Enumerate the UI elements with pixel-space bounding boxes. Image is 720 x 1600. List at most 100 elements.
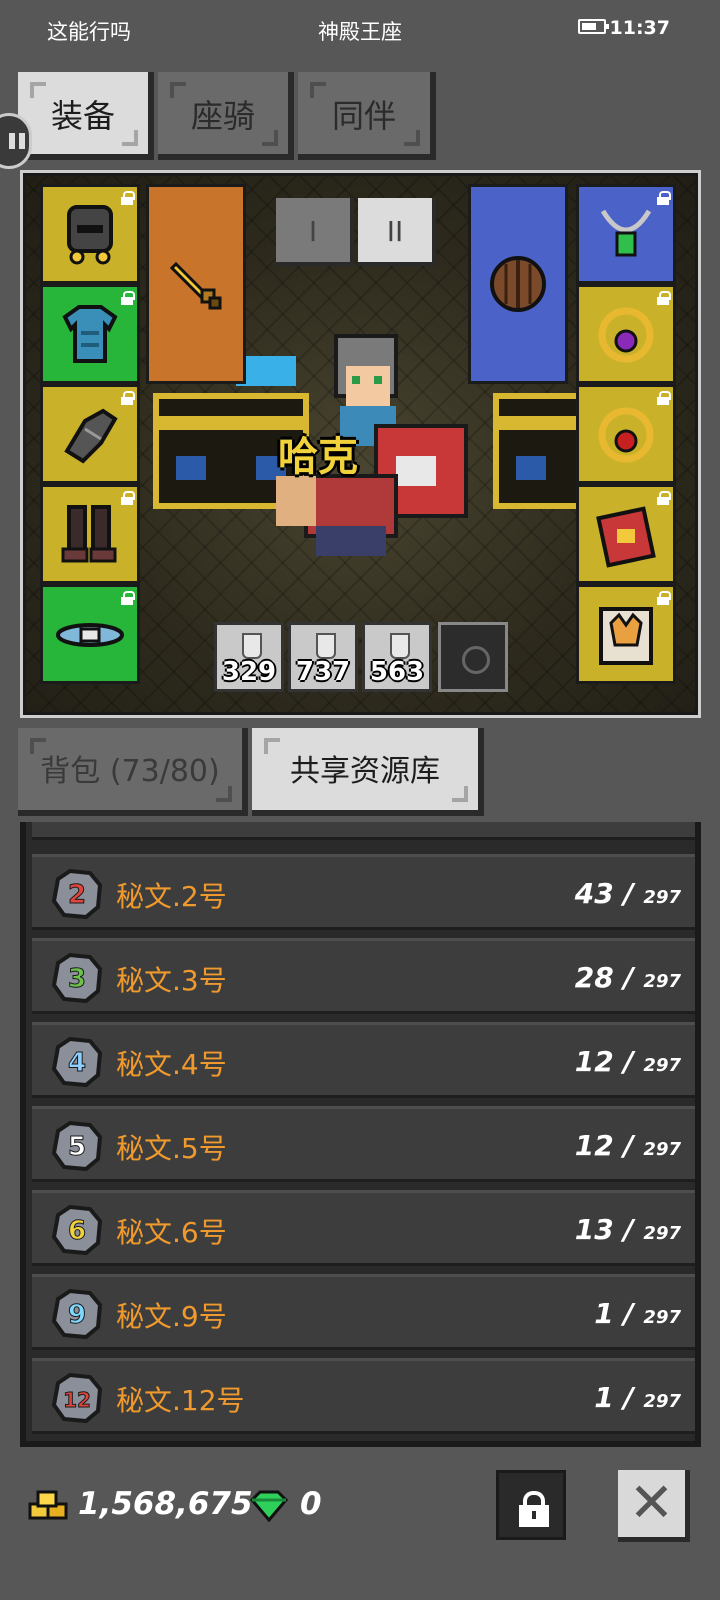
slot-pet-card[interactable] xyxy=(576,584,676,684)
tab-companion-label: 同伴 xyxy=(331,97,396,135)
tab-mount-label: 座骑 xyxy=(190,97,255,135)
list-item[interactable]: 4 秘文.4号 12 / 297 xyxy=(32,1022,695,1098)
tab-shared-storage[interactable]: 共享资源库 xyxy=(252,728,484,816)
tab-equipment-label: 装备 xyxy=(50,97,115,135)
fox-card-icon xyxy=(599,607,653,665)
spellbook-icon xyxy=(596,506,656,568)
tab-backpack[interactable]: 背包 (73/80) xyxy=(18,728,248,816)
ring-purple-icon xyxy=(598,307,654,363)
slot-ring-1[interactable] xyxy=(576,284,676,384)
tab-companion[interactable]: 同伴 xyxy=(298,72,436,160)
potion-icon xyxy=(242,633,262,659)
gem-amount: 0 xyxy=(300,1486,322,1522)
battery-icon xyxy=(578,19,609,34)
rune-name: 秘文.12号 xyxy=(116,1384,245,1417)
helmet-icon xyxy=(67,205,113,265)
gold-amount: 1,568,675 xyxy=(78,1486,253,1522)
rune-stone-icon: 6 xyxy=(51,1204,103,1256)
loadout-tab-1[interactable]: I xyxy=(276,198,354,266)
lock-icon xyxy=(121,491,135,505)
rune-stone-icon: 12 xyxy=(51,1372,103,1424)
rune-list[interactable]: 2 秘文.2号 43 / 297 3 秘文.3号 28 / 297 4 秘文.4号 12 / 2… xyxy=(20,822,701,1447)
side-panel-toggle[interactable] xyxy=(0,113,32,169)
rune-count: 12 / 297 xyxy=(574,1129,681,1162)
lock-icon xyxy=(657,491,671,505)
svg-text:3: 3 xyxy=(68,964,86,994)
tab-mount[interactable]: 座骑 xyxy=(158,72,294,160)
clock: 11:37 xyxy=(609,17,670,39)
lock-icon xyxy=(121,591,135,605)
slot-book[interactable] xyxy=(576,484,676,584)
list-item[interactable]: 5 秘文.5号 12 / 297 xyxy=(32,1106,695,1182)
rune-stone-icon: 3 xyxy=(51,952,103,1004)
potion-slot-1[interactable]: 329 xyxy=(214,622,284,692)
potion-slot-3[interactable]: 563 xyxy=(362,622,432,692)
rune-count: 13 / 297 xyxy=(574,1213,681,1246)
slot-helmet[interactable] xyxy=(40,184,140,284)
slot-main-weapon[interactable] xyxy=(146,184,246,384)
svg-text:4: 4 xyxy=(68,1048,86,1078)
slot-armor[interactable] xyxy=(40,284,140,384)
rune-stone-icon: 5 xyxy=(51,1120,103,1172)
slot-offhand[interactable] xyxy=(468,184,568,384)
list-item[interactable]: 6 秘文.6号 13 / 297 xyxy=(32,1190,695,1266)
list-item[interactable]: 9 秘文.9号 1 / 297 xyxy=(32,1274,695,1350)
loadout-tab-2[interactable]: II xyxy=(358,198,436,266)
svg-text:5: 5 xyxy=(68,1132,86,1162)
lock-icon xyxy=(121,291,135,305)
rune-stone-icon: 4 xyxy=(51,1036,103,1088)
potion-count: 563 xyxy=(369,657,425,687)
status-bar: 这能行吗 神殿王座 11:37 xyxy=(0,0,720,60)
tab-equipment[interactable]: 装备 xyxy=(18,72,154,160)
svg-text:12: 12 xyxy=(63,1388,91,1412)
ring-red-icon xyxy=(598,407,654,463)
lock-icon xyxy=(657,391,671,405)
potion-icon xyxy=(390,633,410,659)
necklace-icon xyxy=(600,209,652,257)
rune-count: 1 / 297 xyxy=(594,1297,681,1330)
slot-gloves[interactable] xyxy=(40,384,140,484)
rune-name: 秘文.3号 xyxy=(116,964,227,997)
close-button[interactable]: ✕ xyxy=(618,1470,690,1542)
rune-name: 秘文.6号 xyxy=(116,1216,227,1249)
slot-necklace[interactable] xyxy=(576,184,676,284)
lock-icon xyxy=(121,191,135,205)
svg-text:9: 9 xyxy=(68,1300,86,1330)
lock-icon xyxy=(227,191,239,205)
equipment-scene: 哈克 I II 329 737 563 xyxy=(20,170,701,718)
boots-icon xyxy=(61,505,117,563)
belt-icon xyxy=(56,623,124,647)
rune-count: 43 / 297 xyxy=(574,877,681,910)
lock-button[interactable] xyxy=(496,1470,566,1540)
list-item[interactable]: 3 秘文.3号 28 / 297 xyxy=(32,938,695,1014)
close-icon: ✕ xyxy=(628,1471,675,1534)
tab-backpack-label: 背包 (73/80) xyxy=(40,754,220,789)
list-item[interactable]: 2 秘文.2号 43 / 297 xyxy=(32,854,695,930)
rune-name: 秘文.9号 xyxy=(116,1300,227,1333)
potion-icon xyxy=(316,633,336,659)
gauntlet-icon xyxy=(64,408,118,464)
potion-slot-2[interactable]: 737 xyxy=(288,622,358,692)
gold-icon xyxy=(28,1490,68,1520)
rune-name: 秘文.2号 xyxy=(116,880,227,913)
svg-text:2: 2 xyxy=(68,880,86,910)
sword-icon xyxy=(169,261,222,310)
rune-count: 28 / 297 xyxy=(574,961,681,994)
rune-count: 12 / 297 xyxy=(574,1045,681,1078)
rune-stone-icon: 9 xyxy=(51,1288,103,1340)
potion-count: 329 xyxy=(221,657,277,687)
rune-stone-icon: 2 xyxy=(51,868,103,920)
svg-text:6: 6 xyxy=(68,1216,86,1246)
rune-name: 秘文.5号 xyxy=(116,1132,227,1165)
potion-slot-empty[interactable] xyxy=(438,622,508,692)
gem-icon xyxy=(249,1490,289,1523)
armor-icon xyxy=(62,305,118,363)
lock-icon xyxy=(657,191,671,205)
slot-ring-2[interactable] xyxy=(576,384,676,484)
slot-belt[interactable] xyxy=(40,584,140,684)
list-item-partial xyxy=(32,822,695,840)
hero-name: 哈克 xyxy=(278,434,358,480)
list-item[interactable]: 12 秘文.12号 1 / 297 xyxy=(32,1358,695,1434)
lock-icon xyxy=(657,591,671,605)
slot-boots[interactable] xyxy=(40,484,140,584)
